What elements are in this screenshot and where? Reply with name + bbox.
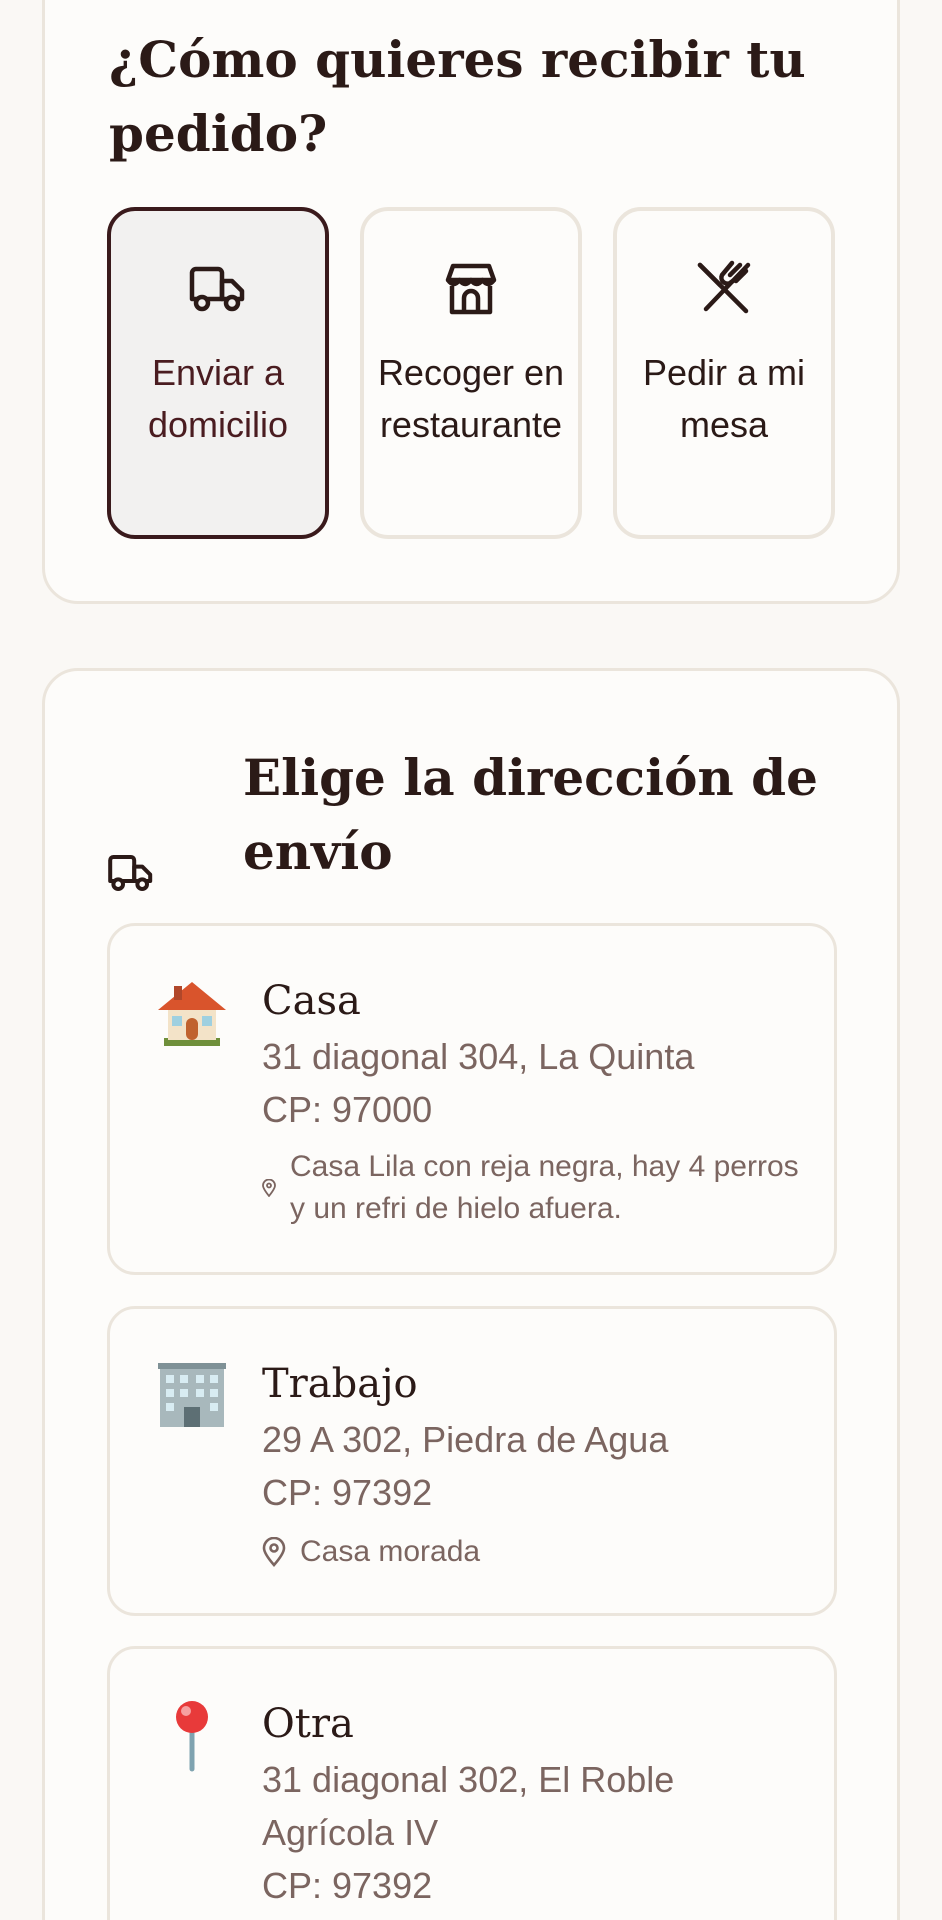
address-name: Trabajo bbox=[262, 1361, 418, 1407]
address-item-casa[interactable]: Casa 31 diagonal 304, La Quinta CP: 9700… bbox=[107, 923, 837, 1275]
location-pin-icon bbox=[262, 1537, 288, 1567]
address-name: Otra bbox=[262, 1701, 354, 1747]
option-label: Recoger en restaurante bbox=[377, 352, 565, 445]
store-icon bbox=[439, 257, 503, 321]
address-postal-code: CP: 97392 bbox=[262, 1865, 433, 1906]
address-header: Elige la dirección de envío bbox=[107, 741, 867, 901]
address-street: 31 diagonal 304, La Quinta bbox=[262, 1036, 695, 1077]
truck-icon bbox=[107, 853, 157, 897]
address-note-text: Casa Lila con reja negra, hay 4 perros y… bbox=[290, 1150, 799, 1225]
office-building-emoji bbox=[154, 1357, 230, 1433]
page: ¿Cómo quieres recibir tu pedido? Enviar … bbox=[0, 0, 942, 1920]
address-card: Elige la dirección de envío Casa 31 diag… bbox=[42, 668, 900, 1920]
option-pickup-restaurant[interactable]: Recoger en restaurante bbox=[360, 207, 582, 539]
address-note: Casa morada bbox=[262, 1531, 802, 1573]
address-title: Elige la dirección de envío bbox=[243, 748, 818, 881]
round-pushpin-emoji bbox=[154, 1697, 230, 1773]
option-home-delivery[interactable]: Enviar a domicilio bbox=[107, 207, 329, 539]
delivery-method-card: ¿Cómo quieres recibir tu pedido? Enviar … bbox=[42, 0, 900, 604]
utensils-icon bbox=[692, 257, 756, 321]
address-note-text: Casa morada bbox=[300, 1535, 481, 1568]
option-label: Enviar a domicilio bbox=[147, 352, 289, 445]
delivery-method-title: ¿Cómo quieres recibir tu pedido? bbox=[109, 30, 806, 163]
address-street: 29 A 302, Piedra de Agua bbox=[262, 1419, 669, 1460]
address-note: Casa Lila con reja negra, hay 4 perros y… bbox=[262, 1146, 802, 1230]
address-postal-code: CP: 97000 bbox=[262, 1089, 433, 1130]
option-order-at-table[interactable]: Pedir a mi mesa bbox=[613, 207, 835, 539]
address-postal-code: CP: 97392 bbox=[262, 1472, 433, 1513]
address-item-otra[interactable]: Otra 31 diagonal 302, El Roble Agrícola … bbox=[107, 1646, 837, 1920]
truck-icon bbox=[186, 257, 250, 321]
address-name: Casa bbox=[262, 978, 361, 1024]
address-item-trabajo[interactable]: Trabajo 29 A 302, Piedra de Agua CP: 973… bbox=[107, 1306, 837, 1616]
location-pin-icon bbox=[262, 1179, 278, 1197]
house-emoji bbox=[154, 974, 230, 1050]
address-street: 31 diagonal 302, El Roble Agrícola IV bbox=[262, 1759, 675, 1853]
option-label: Pedir a mi mesa bbox=[642, 352, 806, 445]
